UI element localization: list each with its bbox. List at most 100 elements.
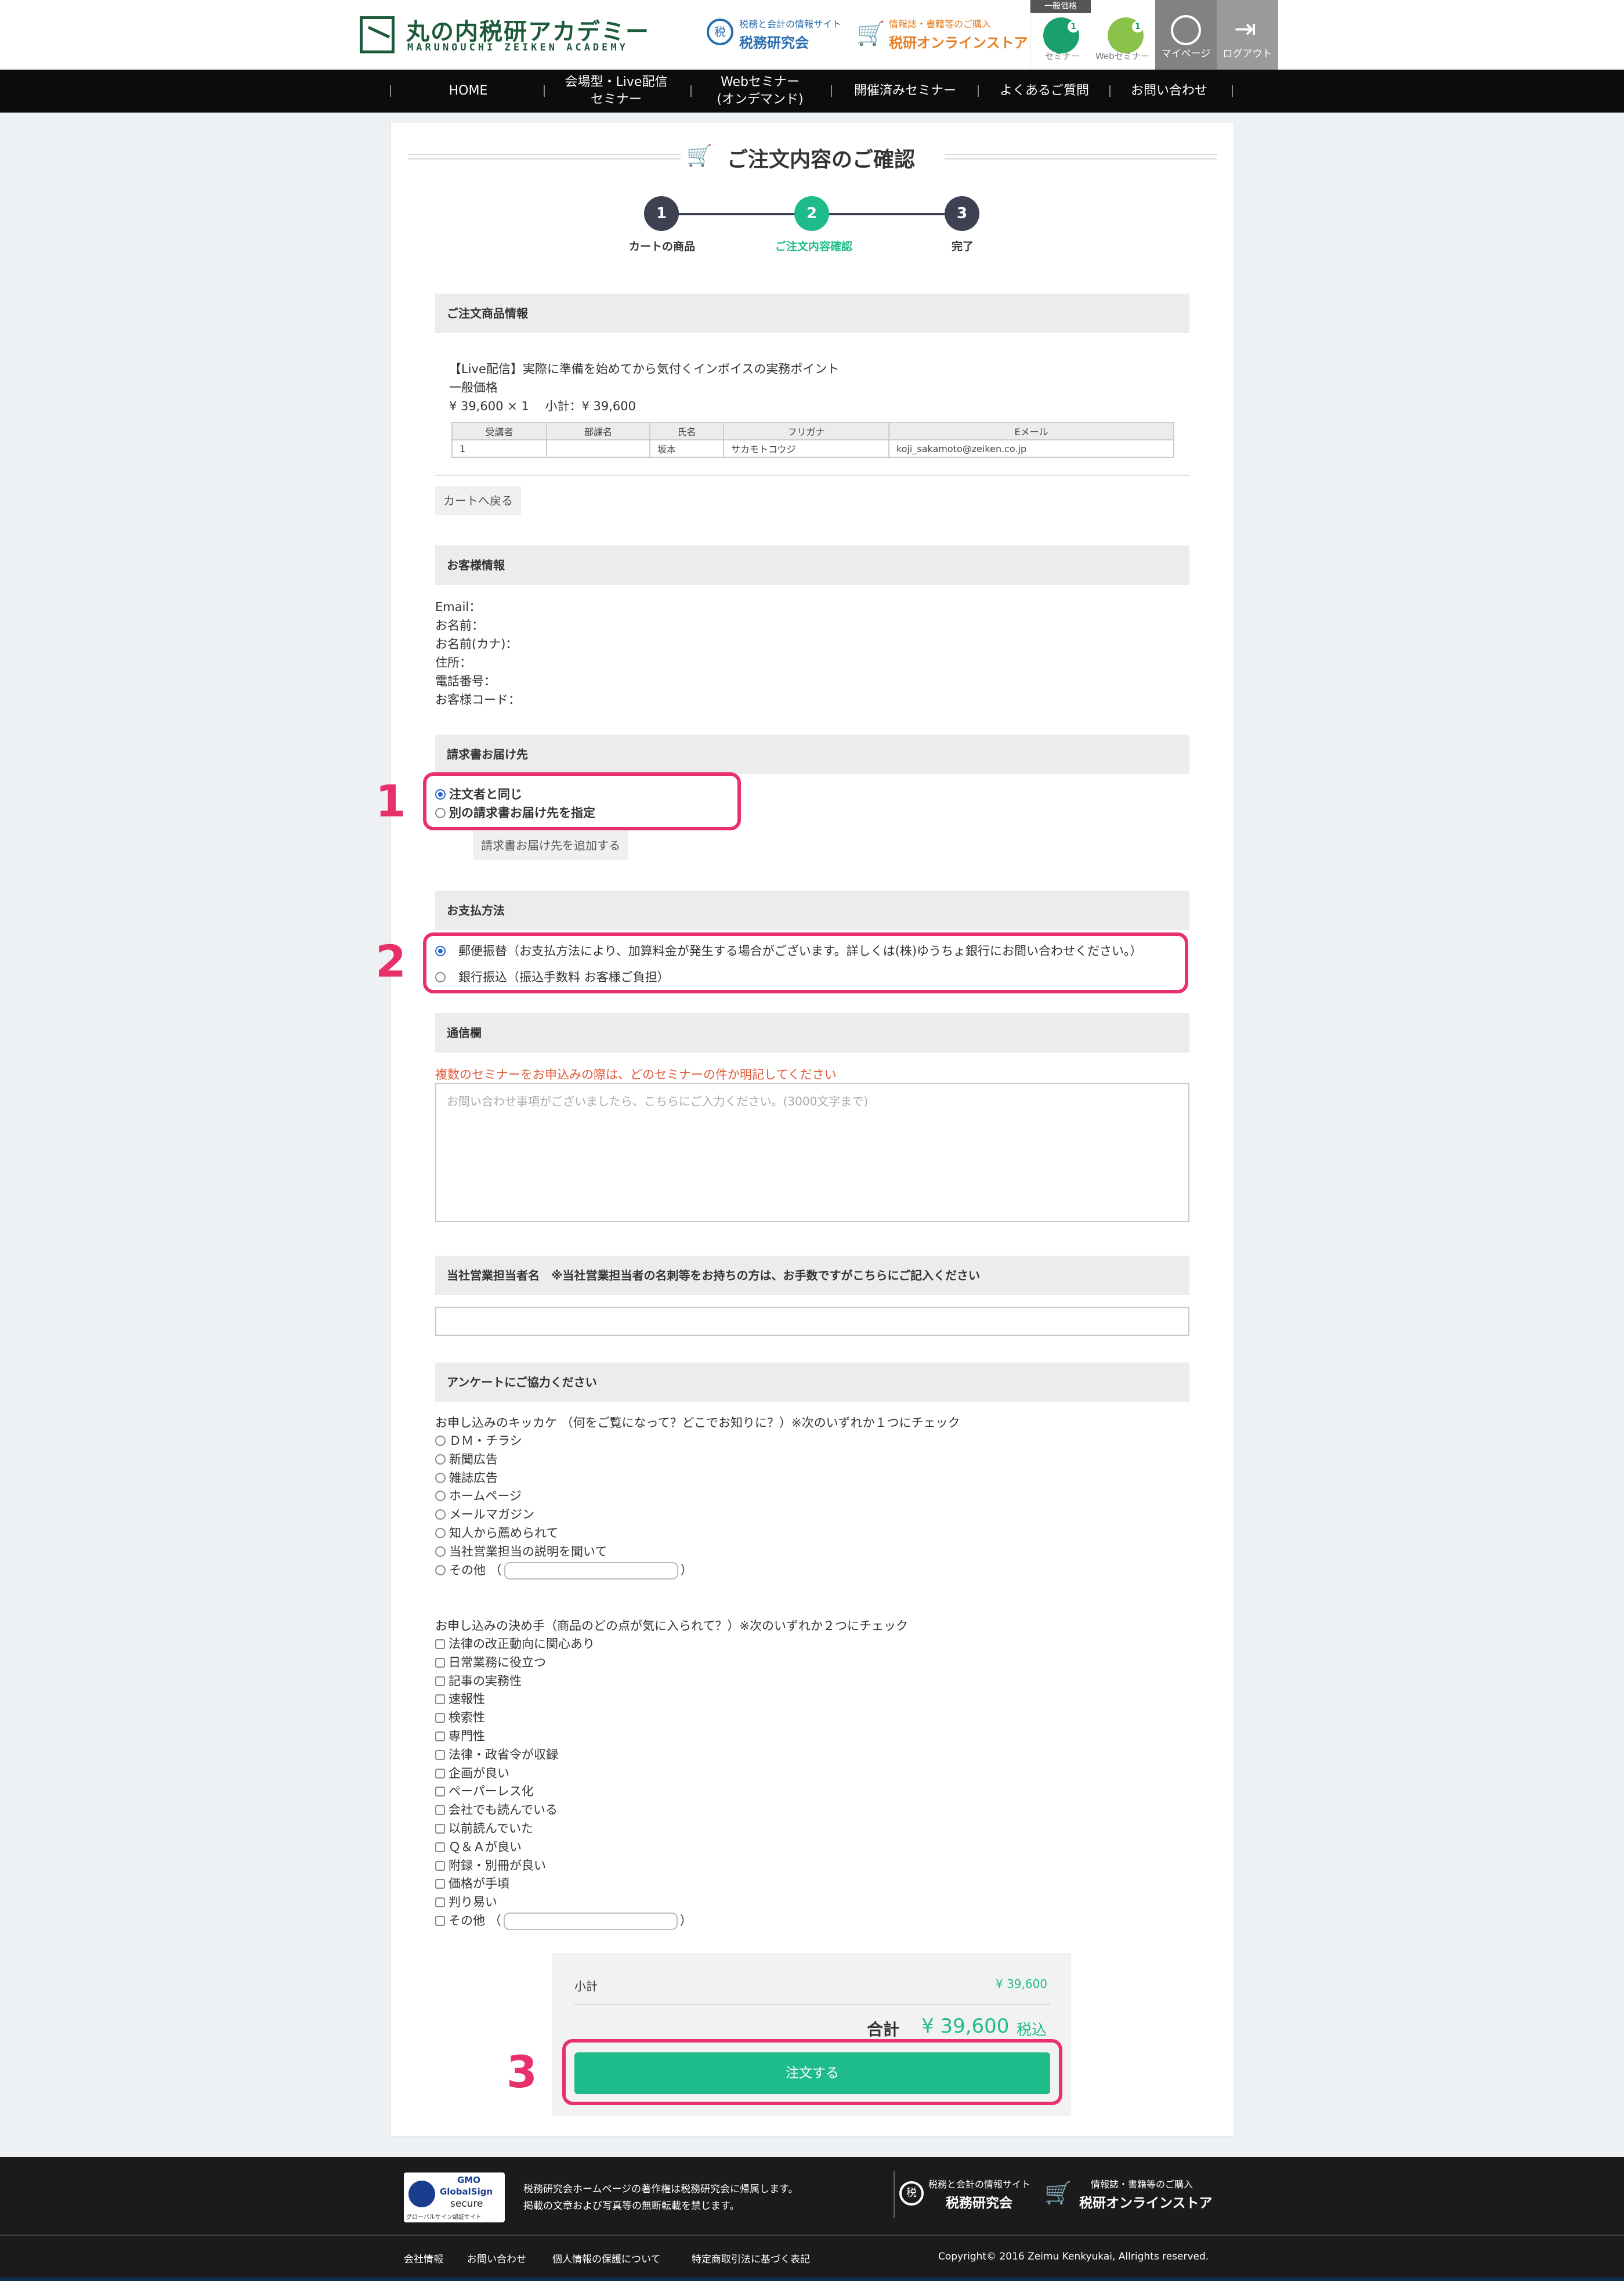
checkbox-icon[interactable]	[435, 1676, 445, 1686]
checkbox-icon[interactable]	[435, 1787, 445, 1797]
survey-radio-option[interactable]: 当社営業担当の説明を聞いて	[435, 1542, 607, 1560]
survey-checkbox-option[interactable]: 法律の改正動向に関心あり	[435, 1635, 595, 1652]
product-name: 【Live配信】実際に準備を始めてから気付くインボイスの実務ポイント	[449, 362, 840, 376]
option-label: 法律の改正動向に関心あり	[449, 1637, 595, 1651]
survey-checkbox-option[interactable]: その他 （ ）	[435, 1911, 692, 1930]
globalsign-badge[interactable]: GMO GlobalSign secure グローバルサイン認証サイト	[404, 2172, 505, 2222]
radio-icon[interactable]	[435, 1491, 446, 1502]
radio-icon[interactable]	[435, 1546, 446, 1557]
radio-icon[interactable]	[435, 1472, 446, 1483]
nav-faq[interactable]: よくあるご質問	[986, 70, 1102, 113]
logout-button[interactable]: ⇥ ログアウト	[1217, 0, 1278, 70]
footer-store-tagline: 情報誌・書籍等のご購入	[1091, 2179, 1193, 2190]
web-seminar-cart-icon[interactable]: 1	[1108, 17, 1144, 53]
user-icon	[1171, 15, 1201, 45]
nav-home[interactable]: HOME	[402, 70, 535, 113]
checkbox-icon[interactable]	[435, 1842, 445, 1852]
survey-checkbox-option[interactable]: 価格が手頃	[435, 1874, 509, 1892]
mypage-button[interactable]: マイページ	[1155, 0, 1217, 70]
nav-web-seminar[interactable]: Webセミナー (オンデマンド)	[699, 70, 821, 113]
survey-radio-option[interactable]: メールマガジン	[435, 1505, 534, 1523]
attendee-table: 受講者 部課名 氏名 フリガナ Eメール 1 坂本 サカモトコウジ koji_s…	[451, 422, 1174, 458]
footer-link-privacy[interactable]: 個人情報の保護について	[552, 2251, 661, 2265]
survey-checkbox-option[interactable]: ペーパーレス化	[435, 1782, 534, 1799]
checkbox-icon[interactable]	[435, 1916, 445, 1926]
radio-icon[interactable]	[435, 1436, 446, 1446]
checkbox-icon[interactable]	[435, 1657, 445, 1668]
seminar-cart-icon[interactable]: 1	[1043, 17, 1079, 53]
survey-radio-option[interactable]: 新聞広告	[435, 1450, 498, 1467]
survey-radio-option[interactable]: 知人から薦められて	[435, 1524, 558, 1541]
footer-link-company[interactable]: 会社情報	[404, 2251, 443, 2265]
store-cart-icon: 🛒	[1044, 2180, 1072, 2206]
survey-radio-option[interactable]: その他 （ ）	[435, 1561, 693, 1579]
radio-icon[interactable]	[435, 1564, 446, 1575]
header-carts: 一般価格 1 セミナー 1 Webセミナー	[1030, 0, 1155, 70]
header-store-link[interactable]: 🛒 情報誌・書籍等のご購入 税研オンラインストア	[856, 12, 1030, 58]
order-section-header: ご注文商品情報	[435, 294, 1189, 333]
add-invoice-address-button[interactable]: 請求書お届け先を追加する	[473, 831, 628, 860]
option-label: 判り易い	[449, 1895, 497, 1910]
customer-phone: 電話番号：	[435, 674, 496, 688]
divider	[435, 475, 1189, 476]
logo-subtitle: MARUNOUCHI ZEIKEN ACADEMY	[407, 42, 628, 53]
checkbox-icon[interactable]	[435, 1879, 445, 1889]
nav-past-seminar[interactable]: 開催済みセミナー	[841, 70, 969, 113]
header-zeimu-link[interactable]: 税 税務と会計の情報サイト 税務研究会	[707, 12, 852, 58]
back-to-cart-button[interactable]: カートへ戻る	[435, 486, 521, 515]
checkbox-icon[interactable]	[435, 1731, 445, 1741]
checkbox-icon[interactable]	[435, 1824, 445, 1834]
radio-icon[interactable]	[435, 1509, 446, 1520]
nav-contact[interactable]: お問い合わせ	[1117, 70, 1221, 113]
other-text-input[interactable]	[503, 1913, 678, 1930]
footer-link-contact[interactable]: お問い合わせ	[467, 2251, 526, 2265]
footer-copyright: Copyright© 2016 Zeimu Kenkyukai, Allrigh…	[938, 2251, 1209, 2262]
footer-zeimu-link[interactable]: 税 税務と会計の情報サイト 税務研究会	[899, 2175, 1044, 2216]
zeimu-tagline: 税務と会計の情報サイト	[739, 19, 842, 30]
checkbox-icon[interactable]	[435, 1860, 445, 1871]
footer-link-tokusho[interactable]: 特定商取引法に基づく表記	[692, 2251, 810, 2265]
checkbox-icon[interactable]	[435, 1713, 445, 1723]
survey-radio-option[interactable]: ＤＭ・チラシ	[435, 1432, 522, 1449]
survey-radio-option[interactable]: ホームページ	[435, 1487, 522, 1504]
survey-checkbox-option[interactable]: Ｑ＆Ａが良い	[435, 1838, 522, 1855]
survey-checkbox-option[interactable]: 専門性	[435, 1727, 485, 1744]
checkbox-icon[interactable]	[435, 1768, 445, 1778]
survey-checkbox-option[interactable]: 企画が良い	[435, 1764, 509, 1781]
option-label: ペーパーレス化	[449, 1784, 534, 1799]
survey-checkbox-option[interactable]: 速報性	[435, 1690, 485, 1707]
survey-checkbox-option[interactable]: 検索性	[435, 1708, 485, 1726]
survey-checkbox-option[interactable]: 法律・政省令が収録	[435, 1745, 558, 1763]
survey-checkbox-option[interactable]: 以前読んでいた	[435, 1819, 533, 1837]
survey-checkbox-option[interactable]: 会社でも読んでいる	[435, 1801, 558, 1818]
checkbox-icon[interactable]	[435, 1639, 445, 1649]
zeimu-logo-icon: 税	[707, 19, 733, 45]
checkbox-icon[interactable]	[435, 1694, 445, 1705]
checkbox-icon[interactable]	[435, 1749, 445, 1760]
message-textarea[interactable]: お問い合わせ事項がございましたら、こちらにご入力ください。(3000文字まで)	[435, 1083, 1189, 1222]
survey-checkbox-option[interactable]: 附録・別冊が良い	[435, 1856, 546, 1874]
checkbox-icon[interactable]	[435, 1897, 445, 1908]
sales-rep-input[interactable]	[435, 1307, 1189, 1336]
table-header: 受講者	[451, 422, 547, 440]
survey-checkbox-option[interactable]: 判り易い	[435, 1893, 497, 1910]
survey-checkbox-option[interactable]: 記事の実務性	[435, 1672, 522, 1689]
survey-radio-option[interactable]: 雑誌広告	[435, 1469, 498, 1486]
customer-section-header: お客様情報	[435, 545, 1189, 585]
cart-icon: 🛒	[686, 144, 712, 168]
option-label: ＤＭ・チラシ	[449, 1434, 522, 1448]
logo-icon[interactable]	[360, 16, 395, 53]
checkbox-icon[interactable]	[435, 1805, 445, 1816]
radio-icon[interactable]	[435, 1528, 446, 1538]
option-label: 附録・別冊が良い	[449, 1858, 546, 1872]
footer-copyright-2: 掲載の文章および写真等の無断転載を禁じます。	[523, 2200, 740, 2212]
survey-checkbox-option[interactable]: 日常業務に役立つ	[435, 1653, 546, 1671]
radio-icon[interactable]	[435, 1454, 446, 1465]
survey-q1: お申し込みのキッカケ （何をご覧になって？どこでお知りに？）※次のいずれか１つに…	[435, 1416, 960, 1430]
other-text-input[interactable]	[504, 1561, 678, 1579]
site-footer: GMO GlobalSign secure グローバルサイン認証サイト 税務研究…	[0, 2157, 1624, 2281]
globalsign-icon	[408, 2181, 435, 2207]
footer-store-link[interactable]: 🛒 情報誌・書籍等のご購入 税研オンラインストア	[1044, 2175, 1218, 2216]
option-label: Ｑ＆Ａが良い	[449, 1839, 522, 1854]
nav-live-seminar[interactable]: 会場型・Live配信 セミナー	[552, 70, 680, 113]
